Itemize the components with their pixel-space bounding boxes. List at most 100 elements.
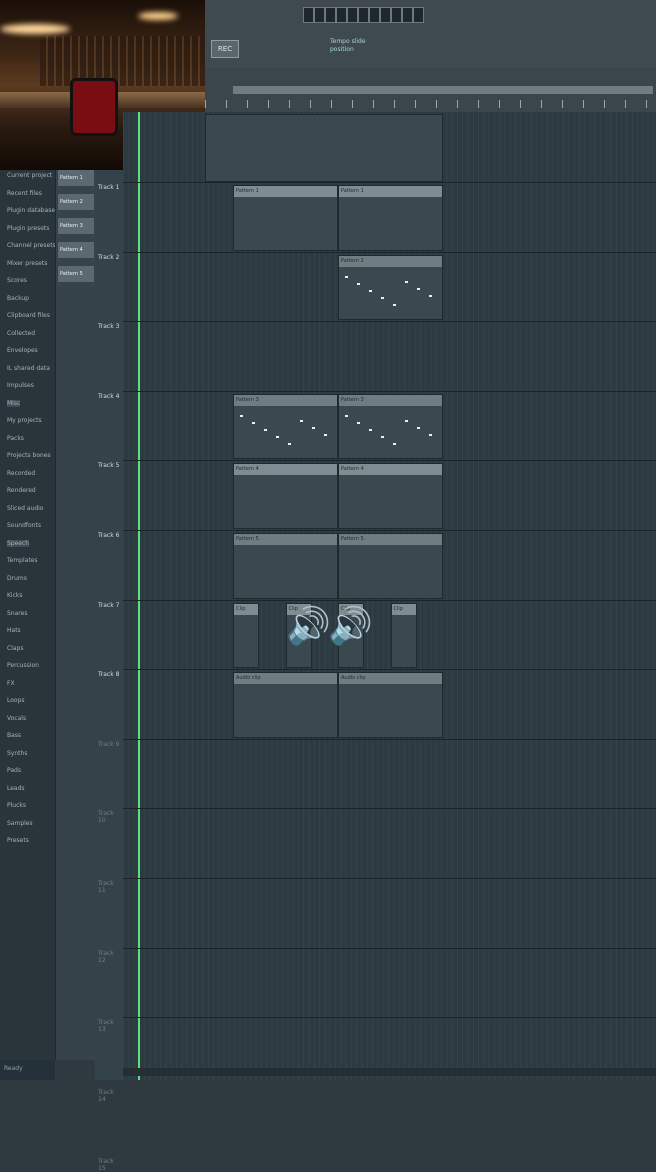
browser-item[interactable]: Presets <box>7 837 29 844</box>
timeline-ruler[interactable] <box>205 68 656 112</box>
track-label[interactable]: Track 14 <box>98 1089 123 1103</box>
pattern-clip[interactable]: Pattern 5 <box>338 533 443 599</box>
track-label[interactable]: Track 5 <box>98 462 119 469</box>
browser-item[interactable]: Loops <box>7 697 25 704</box>
countdown-icon[interactable] <box>402 7 413 23</box>
browser-item[interactable]: Pads <box>7 767 21 774</box>
track-row-divider <box>123 251 656 253</box>
browser-item[interactable]: Soundfonts <box>7 522 41 529</box>
browser-item[interactable]: Backup <box>7 295 29 302</box>
track-label[interactable]: Track 2 <box>98 254 119 261</box>
track-label[interactable]: Track 1 <box>98 184 119 191</box>
browser-item[interactable]: Projects bones <box>7 452 51 459</box>
clip-title: Pattern 5 <box>234 534 337 545</box>
browser-item[interactable]: Sliced audio <box>7 505 43 512</box>
track-label[interactable]: Track 8 <box>98 671 119 678</box>
snap-icon[interactable] <box>358 7 369 23</box>
record-icon[interactable] <box>325 7 336 23</box>
speaker-icon: 🔊 <box>328 606 373 647</box>
browser-item[interactable]: Percussion <box>7 662 39 669</box>
pattern-item[interactable]: Pattern 1 <box>58 170 94 186</box>
wait-icon[interactable] <box>391 7 402 23</box>
track-label[interactable]: Track 13 <box>98 1019 123 1033</box>
speaker-icon: 🔊 <box>286 606 331 647</box>
track-row-divider <box>123 182 656 183</box>
track-label[interactable]: Track 6 <box>98 532 119 539</box>
song-icon[interactable] <box>347 7 358 23</box>
browser-item[interactable]: Collected <box>7 330 35 337</box>
pattern-clip[interactable]: Pattern 5 <box>233 533 338 599</box>
pattern-clip[interactable]: Pattern 4 <box>338 463 443 529</box>
pattern-clip[interactable]: Pattern 1 <box>338 185 443 251</box>
browser-item[interactable]: My projects <box>7 417 42 424</box>
metronome-icon[interactable] <box>380 7 391 23</box>
browser-item[interactable]: Misc <box>7 399 21 407</box>
pattern-item[interactable]: Pattern 4 <box>58 242 94 258</box>
browser-item[interactable]: Speech <box>7 539 30 547</box>
pattern-clip[interactable]: Pattern 3 <box>338 393 443 460</box>
browser-item[interactable]: Hats <box>7 627 21 634</box>
browser-item[interactable]: Rendered <box>7 487 36 494</box>
browser-item[interactable]: Channel presets <box>7 242 56 249</box>
browser-item[interactable]: Snares <box>7 610 27 617</box>
pattern-item[interactable]: Pattern 5 <box>58 266 94 282</box>
browser-item[interactable]: Plucks <box>7 802 26 809</box>
browser-item[interactable]: Samples <box>7 820 33 827</box>
background-detail <box>40 36 205 86</box>
playhead[interactable] <box>138 112 140 1080</box>
pattern-clip[interactable]: Pattern 4 <box>233 463 338 529</box>
play-icon[interactable] <box>303 7 314 23</box>
track-label[interactable]: Track 9 <box>98 741 119 748</box>
browser-item[interactable]: Claps <box>7 645 23 652</box>
track-label[interactable]: Track 7 <box>98 602 119 609</box>
pattern-item[interactable]: Pattern 3 <box>58 218 94 234</box>
browser-item[interactable]: Bass <box>7 732 21 739</box>
loop-icon[interactable] <box>413 7 424 23</box>
browser-item[interactable]: Templates <box>7 557 38 564</box>
track-label[interactable]: Track 4 <box>98 393 119 400</box>
browser-item[interactable]: FX <box>7 680 15 687</box>
browser-item[interactable]: Recent files <box>7 190 42 197</box>
browser-item[interactable]: Impulses <box>7 382 34 389</box>
browser-item[interactable]: Synths <box>7 750 27 757</box>
stop-icon[interactable] <box>314 7 325 23</box>
pattern-clip[interactable]: Pattern 3 <box>233 393 338 460</box>
pattern-clip[interactable]: Clip <box>390 602 417 669</box>
time-selection-strip[interactable] <box>233 86 653 94</box>
browser-item[interactable]: Plugin presets <box>7 225 49 232</box>
pattern-icon[interactable] <box>336 7 347 23</box>
pattern-clip[interactable]: Audio clip <box>233 672 338 738</box>
track-label[interactable]: Track 15 <box>98 1158 123 1172</box>
browser-item[interactable]: Clipboard files <box>7 312 50 319</box>
pattern-clip[interactable]: Audio clip <box>338 672 443 738</box>
horizontal-scrollbar[interactable] <box>123 1068 656 1076</box>
browser-item[interactable]: Vocals <box>7 715 26 722</box>
pattern-clip[interactable]: Clip <box>233 602 260 669</box>
browser-item[interactable]: Recorded <box>7 470 35 477</box>
clip-title: Pattern 3 <box>234 394 337 406</box>
browser-item[interactable]: Plugin database <box>7 207 55 214</box>
track-label[interactable]: Track 12 <box>98 950 123 964</box>
track-label[interactable]: Track 3 <box>98 323 119 330</box>
browser-item[interactable]: IL shared data <box>7 365 50 372</box>
browser-item[interactable]: Envelopes <box>7 347 38 354</box>
browser-item[interactable]: Current project <box>7 172 52 179</box>
track-label[interactable]: Track 10 <box>98 810 123 824</box>
pattern-clip[interactable]: Pattern 1 <box>233 185 338 251</box>
magnet-icon[interactable] <box>369 7 380 23</box>
browser-item[interactable]: Drums <box>7 575 27 582</box>
pattern-item[interactable]: Pattern 2 <box>58 194 94 210</box>
record-button[interactable]: REC <box>211 40 239 58</box>
track-label[interactable]: Track 11 <box>98 880 123 894</box>
clip-title: Clip <box>234 603 259 615</box>
browser-item[interactable]: Scores <box>7 277 27 284</box>
browser-item[interactable]: Leads <box>7 785 25 792</box>
playlist-area[interactable]: Pattern 1 Pattern 1 Pattern 2 Pattern 3 Patt… <box>123 112 656 1080</box>
browser-item[interactable]: Kicks <box>7 592 23 599</box>
browser-item[interactable]: Packs <box>7 435 24 442</box>
track-row-divider <box>123 878 656 879</box>
pattern-clip[interactable] <box>205 114 443 182</box>
track-row-divider <box>123 808 656 810</box>
browser-item[interactable]: Mixer presets <box>7 260 47 267</box>
pattern-clip[interactable]: Pattern 2 <box>338 254 443 321</box>
